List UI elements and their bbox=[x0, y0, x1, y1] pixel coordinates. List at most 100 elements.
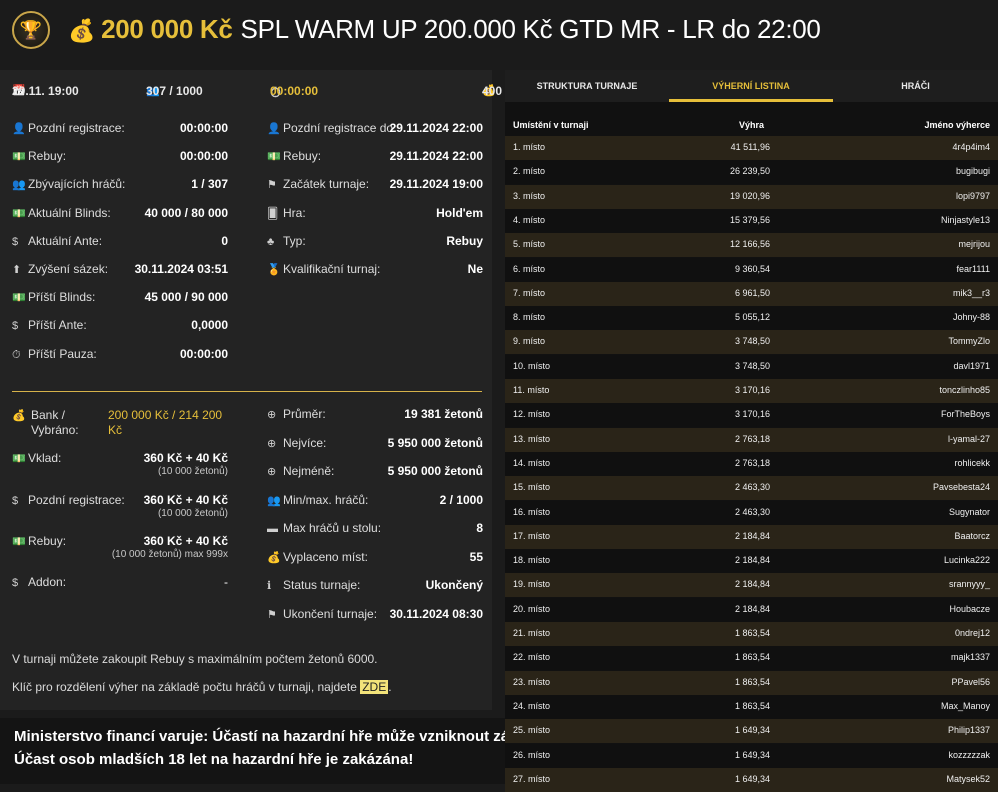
prize-amount: 200 000 Kč bbox=[101, 14, 233, 44]
stat-row: ℹ Status turnaje: Ukončený bbox=[267, 578, 483, 592]
table-row: 16. místo 2 463,30 Sugynator bbox=[505, 500, 998, 525]
stat-row: ⊕ Nejvíce: 5 950 000 žetonů bbox=[267, 435, 483, 450]
winner-cell: Matysek52 bbox=[946, 773, 990, 784]
place-cell: 12. místo bbox=[513, 409, 551, 420]
table-row: 1. místo 41 511,96 4r4p4im4 bbox=[505, 136, 998, 160]
prize-cell: 1 649,34 bbox=[734, 773, 770, 784]
detail-row: ♣ Typ: Rebuy bbox=[267, 233, 483, 248]
prize-cell: 1 863,54 bbox=[734, 700, 770, 711]
col-winner: Jméno výherce bbox=[924, 120, 990, 130]
table-row: 6. místo 9 360,54 fear1111 bbox=[505, 257, 998, 282]
detail-row: 💵 Rebuy: 00:00:00 bbox=[12, 149, 228, 164]
table-row: 12. místo 3 170,16 ForTheBoys bbox=[505, 403, 998, 428]
table-row: 24. místo 1 863,54 Max_Manoy bbox=[505, 694, 998, 719]
winner-cell: lopi9797 bbox=[955, 190, 990, 201]
stat-row: ▬ Max hráčů u stolu: 8 bbox=[267, 521, 483, 535]
late-reg-chips: (10 000 žetonů) bbox=[157, 508, 228, 519]
prize-cell: 15 379,56 bbox=[729, 214, 770, 225]
place-cell: 27. místo bbox=[513, 773, 551, 784]
place-cell: 5. místo bbox=[513, 239, 546, 250]
place-cell: 16. místo bbox=[513, 506, 551, 517]
coins-icon: 💵 bbox=[12, 453, 26, 465]
place-cell: 17. místo bbox=[513, 530, 551, 541]
prize-cell: 2 184,84 bbox=[734, 603, 770, 614]
stat-row: 👥 Min/max. hráčů: 2 / 1000 bbox=[267, 492, 483, 507]
winner-cell: Johny-88 bbox=[952, 312, 990, 323]
prize-cell: 1 863,54 bbox=[734, 652, 770, 663]
winner-cell: tonczlinho85 bbox=[939, 385, 990, 395]
table-row: 26. místo 1 649,34 kozzzzzak bbox=[505, 743, 998, 768]
place-cell: 23. místo bbox=[513, 676, 551, 687]
detail-row: 🂠 Hra: Hold'em bbox=[267, 205, 483, 220]
prize-cell: 6 961,50 bbox=[734, 287, 770, 298]
winner-cell: Sugynator bbox=[948, 506, 990, 517]
table-row: 4. místo 15 379,56 Ninjastyle13 bbox=[505, 208, 998, 233]
rebuy-chips: (10 000 žetonů) max 999x bbox=[111, 549, 228, 560]
prize-cell: 2 763,18 bbox=[734, 433, 770, 444]
table-row: 9. místo 3 748,50 TommyZlo bbox=[505, 330, 998, 355]
place-cell: 4. místo bbox=[513, 214, 546, 225]
table-row: 14. místo 2 763,18 rohlicekk bbox=[505, 451, 998, 476]
tab-players[interactable]: HRÁČI bbox=[833, 70, 998, 102]
vklad-chips: (10 000 žetonů) bbox=[157, 466, 228, 477]
trophy-logo-icon: 🏆 bbox=[12, 11, 50, 49]
coins-icon: 💵 bbox=[12, 536, 26, 548]
users-icon: 👥 bbox=[12, 179, 26, 192]
table-row: 21. místo 1 863,54 0ndrej12 bbox=[505, 622, 998, 646]
detail-row: 💵 Aktuální Blinds: 40 000 / 80 000 bbox=[12, 205, 228, 220]
user-plus-icon: 👤 bbox=[12, 123, 26, 135]
winner-cell: Max_Manoy bbox=[940, 700, 990, 711]
prize-cell: 3 170,16 bbox=[734, 385, 770, 395]
table-row: 13. místo 2 763,18 l-yamal-27 bbox=[505, 427, 998, 452]
place-cell: 21. místo bbox=[513, 628, 551, 638]
table-row: 10. místo 3 748,50 davl1971 bbox=[505, 354, 998, 379]
top-stats: 📅 29.11. 19:00 👥 307 / 1000 ⏱ 00:00:00 💰 400… bbox=[12, 84, 521, 100]
place-cell: 10. místo bbox=[513, 360, 551, 371]
winner-cell: Lucinka222 bbox=[943, 555, 990, 566]
tab-payouts[interactable]: VÝHERNÍ LISTINA bbox=[669, 70, 833, 102]
detail-row: $ Aktuální Ante: 0 bbox=[12, 233, 228, 248]
cards-icon: 🂠 bbox=[267, 207, 279, 220]
table-row: 7. místo 6 961,50 mik3__r3 bbox=[505, 281, 998, 306]
place-cell: 1. místo bbox=[513, 142, 546, 152]
coins-icon: 💵 bbox=[12, 292, 26, 305]
winner-cell: ForTheBoys bbox=[940, 409, 990, 420]
winner-cell: PPavel56 bbox=[951, 676, 990, 687]
winner-cell: 4r4p4im4 bbox=[952, 142, 990, 152]
prize-cell: 2 184,84 bbox=[734, 555, 770, 566]
detail-row: 💵 Příští Blinds: 45 000 / 90 000 bbox=[12, 290, 228, 305]
prize-cell: 1 863,54 bbox=[734, 676, 770, 687]
tab-structure[interactable]: STRUKTURA TURNAJE bbox=[505, 70, 669, 102]
prize-cell: 2 463,30 bbox=[734, 506, 770, 517]
divider bbox=[12, 391, 482, 392]
coins-icon: 💵 bbox=[267, 151, 281, 164]
place-cell: 19. místo bbox=[513, 579, 551, 590]
coins-icon: 💵 bbox=[12, 151, 26, 164]
money-bag-icon: 💰 bbox=[12, 410, 26, 422]
detail-row: 💵 Rebuy: 29.11.2024 22:00 bbox=[267, 149, 483, 164]
title-bar: 🏆 💰 200 000 Kč SPL WARM UP 200.000 Kč GTD … bbox=[0, 0, 998, 62]
detail-row: ⏱ Příští Pauza: 00:00:00 bbox=[12, 346, 228, 361]
winner-cell: fear1111 bbox=[956, 263, 990, 274]
money-bag-icon: 💰 bbox=[267, 551, 281, 564]
detail-row: ⬆ Zvýšení sázek: 30.11.2024 03:51 bbox=[12, 262, 228, 276]
table-row: 8. místo 5 055,12 Johny-88 bbox=[505, 306, 998, 331]
place-cell: 7. místo bbox=[513, 287, 546, 298]
detail-row: 👤 Pozdní registrace do: 29.11.2024 22:00 bbox=[267, 121, 483, 135]
place-cell: 6. místo bbox=[513, 263, 546, 274]
flag-icon: ⚑ bbox=[267, 608, 277, 621]
table-row: 18. místo 2 184,84 Lucinka222 bbox=[505, 549, 998, 574]
payout-key-link[interactable]: ZDE bbox=[360, 680, 389, 694]
rebuy-note: V turnaji můžete zakoupit Rebuy s maximá… bbox=[12, 652, 378, 666]
prize-cell: 2 763,18 bbox=[734, 457, 770, 468]
prize-cell: 3 170,16 bbox=[734, 409, 770, 420]
table-row: 2. místo 26 239,50 bugibugi bbox=[505, 160, 998, 185]
winner-cell: davl1971 bbox=[953, 360, 990, 371]
stat-row: ⊕ Průměr: 19 381 žetonů bbox=[267, 407, 483, 421]
detail-row: 🏅 Kvalifikační turnaj: Ne bbox=[267, 262, 483, 276]
chip-icon: ⊕ bbox=[267, 466, 277, 478]
table-row: 20. místo 2 184,84 Houbacze bbox=[505, 597, 998, 622]
winner-cell: kozzzzzak bbox=[948, 749, 990, 760]
place-cell: 15. místo bbox=[513, 482, 551, 493]
prize-cell: 5 055,12 bbox=[734, 312, 770, 323]
